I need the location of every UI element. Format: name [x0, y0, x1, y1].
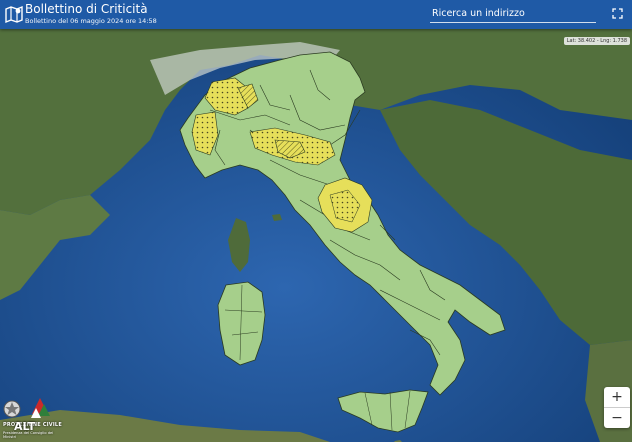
page-title: Bollettino di Criticità: [25, 2, 148, 16]
bulletin-date: Bollettino del 06 maggio 2024 ore 14:58: [25, 17, 157, 25]
map-canvas[interactable]: [0, 0, 632, 442]
search-box: [430, 5, 596, 23]
coordinates-readout: Lat: 38.402 - Lng: 1.738: [563, 37, 630, 45]
map-icon: [5, 5, 23, 24]
search-input[interactable]: [432, 5, 592, 21]
protezione-civile-logo-icon: [31, 398, 50, 418]
app-header: Bollettino di Criticità Bollettino del 0…: [0, 0, 632, 29]
republic-emblem-icon: [3, 400, 21, 418]
zoom-control: + −: [604, 387, 630, 428]
presidenza-label: Presidenza del Consiglio dei Ministri: [3, 431, 54, 439]
expand-icon[interactable]: [612, 8, 623, 19]
zoom-in-button[interactable]: +: [604, 387, 630, 407]
zoom-out-button[interactable]: −: [604, 408, 630, 428]
